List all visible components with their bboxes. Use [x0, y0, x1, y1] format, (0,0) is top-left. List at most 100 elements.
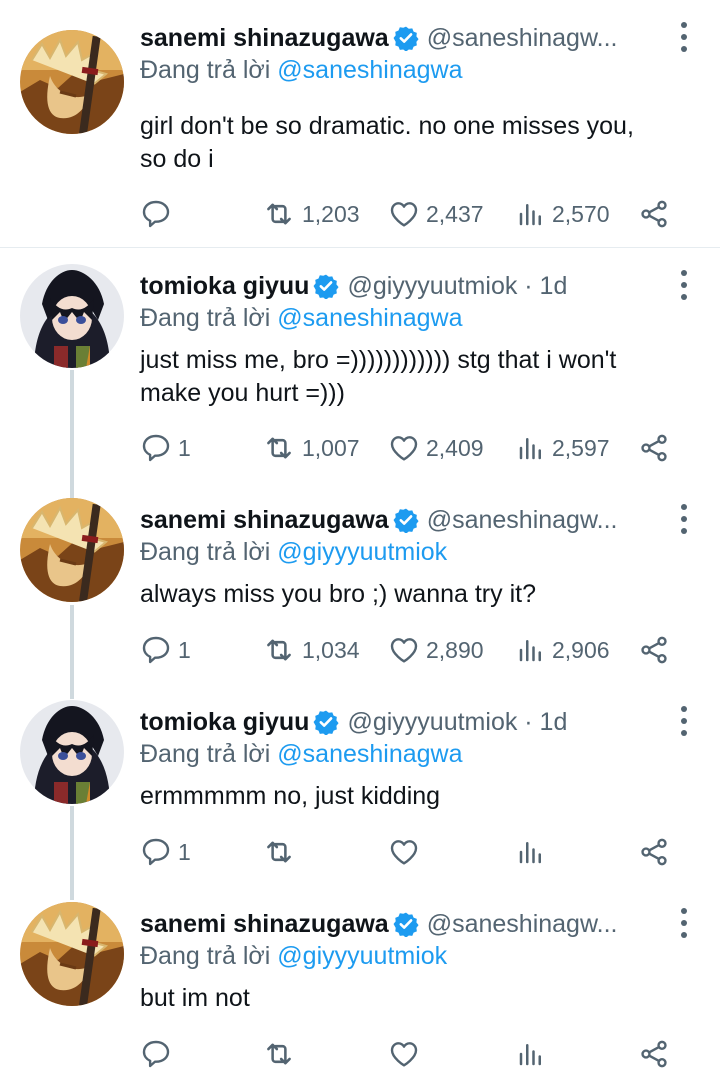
avatar[interactable]: [20, 498, 124, 602]
tweet-header: sanemi shinazugawa @saneshinagw...: [140, 500, 664, 540]
retweet-button[interactable]: 1,034: [262, 632, 360, 668]
heart-icon: [388, 836, 420, 868]
reply-button[interactable]: 1: [140, 834, 191, 870]
tweet-text-line: always miss you bro ;) wanna try it?: [140, 580, 536, 608]
views-button[interactable]: 2,597: [516, 430, 610, 466]
share-button[interactable]: [638, 196, 670, 232]
heart-icon: [388, 432, 420, 464]
display-name[interactable]: sanemi shinazugawa: [140, 506, 389, 535]
replying-to: Đang trả lời @saneshinagwa: [140, 304, 463, 333]
views-button[interactable]: 2,570: [516, 196, 610, 232]
tweet-header: tomioka giyuu @giyyyuutmiok · 1d: [140, 266, 664, 306]
retweet-count: 1,034: [302, 636, 360, 663]
like-button[interactable]: 2,890: [388, 632, 484, 668]
more-icon[interactable]: [678, 20, 690, 54]
verified-badge-icon: [393, 507, 419, 533]
views-button[interactable]: 2,906: [516, 632, 610, 668]
display-name[interactable]: tomioka giyuu: [140, 708, 309, 737]
reply-count: 1: [178, 838, 191, 865]
heart-icon: [388, 1038, 420, 1070]
display-name[interactable]: sanemi shinazugawa: [140, 910, 389, 939]
retweet-button[interactable]: [262, 834, 302, 870]
like-count: 2,437: [426, 200, 484, 227]
mention-link[interactable]: @giyyyuutmiok: [277, 942, 447, 970]
handle[interactable]: @giyyyuutmiok · 1d: [347, 708, 567, 737]
views-button[interactable]: [516, 834, 552, 870]
like-button[interactable]: [388, 1036, 426, 1072]
avatar[interactable]: [20, 30, 124, 134]
action-bar: 1: [140, 834, 685, 870]
reply-prefix: Đang trả lời: [140, 56, 271, 84]
retweet-icon: [262, 1037, 296, 1071]
more-icon[interactable]: [678, 502, 690, 536]
more-icon[interactable]: [678, 704, 690, 738]
mention-link[interactable]: @saneshinagwa: [277, 304, 462, 332]
share-icon: [638, 198, 670, 230]
handle[interactable]: @saneshinagw...: [427, 24, 618, 53]
avatar[interactable]: [20, 902, 124, 1006]
reply-prefix: Đang trả lời: [140, 304, 271, 332]
more-icon[interactable]: [678, 906, 690, 940]
views-icon: [516, 433, 546, 463]
share-icon: [638, 432, 670, 464]
verified-badge-icon: [313, 709, 339, 735]
reply-button[interactable]: 1: [140, 632, 191, 668]
share-button[interactable]: [638, 430, 670, 466]
more-icon[interactable]: [678, 268, 690, 302]
tweet-header: tomioka giyuu @giyyyuutmiok · 1d: [140, 702, 664, 742]
heart-icon: [388, 198, 420, 230]
verified-badge-icon: [393, 911, 419, 937]
tweet[interactable]: tomioka giyuu @giyyyuutmiok · 1d Đang tr…: [0, 248, 720, 480]
views-button[interactable]: [516, 1036, 552, 1072]
tweet-text-line: girl don't be so dramatic. no one misses…: [140, 112, 634, 140]
reply-prefix: Đang trả lời: [140, 942, 271, 970]
handle[interactable]: @saneshinagw...: [427, 910, 618, 939]
reply-button[interactable]: [140, 1036, 178, 1072]
mention-link[interactable]: @saneshinagwa: [277, 740, 462, 768]
share-button[interactable]: [638, 1036, 670, 1072]
like-button[interactable]: [388, 834, 426, 870]
views-icon: [516, 199, 546, 229]
action-bar: 1 1,007 2,409 2,597: [140, 430, 685, 466]
retweet-count: 1,007: [302, 434, 360, 461]
tweet[interactable]: sanemi shinazugawa @saneshinagw... Đang …: [0, 0, 720, 247]
tweet-header: sanemi shinazugawa @saneshinagw...: [140, 904, 664, 944]
views-count: 2,597: [552, 434, 610, 461]
display-name[interactable]: sanemi shinazugawa: [140, 24, 389, 53]
share-button[interactable]: [638, 834, 670, 870]
verified-badge-icon: [393, 25, 419, 51]
tweet-text: but im not: [140, 982, 700, 1015]
tweet[interactable]: sanemi shinazugawa @saneshinagw... Đang …: [0, 482, 720, 682]
reply-button[interactable]: [140, 196, 178, 232]
views-icon: [516, 837, 546, 867]
retweet-button[interactable]: 1,203: [262, 196, 360, 232]
replying-to: Đang trả lời @giyyyuutmiok: [140, 538, 447, 567]
retweet-count: 1,203: [302, 200, 360, 227]
reply-button[interactable]: 1: [140, 430, 191, 466]
reply-icon: [140, 198, 172, 230]
avatar[interactable]: [20, 264, 124, 368]
tweet-text-line: but im not: [140, 984, 250, 1012]
heart-icon: [388, 634, 420, 666]
views-count: 2,906: [552, 636, 610, 663]
like-button[interactable]: 2,409: [388, 430, 484, 466]
views-icon: [516, 1039, 546, 1069]
avatar[interactable]: [20, 700, 124, 804]
reply-prefix: Đang trả lời: [140, 538, 271, 566]
retweet-icon: [262, 835, 296, 869]
retweet-button[interactable]: 1,007: [262, 430, 360, 466]
handle[interactable]: @saneshinagw...: [427, 506, 618, 535]
reply-prefix: Đang trả lời: [140, 740, 271, 768]
views-count: 2,570: [552, 200, 610, 227]
tweet[interactable]: tomioka giyuu @giyyyuutmiok · 1d Đang tr…: [0, 684, 720, 884]
share-button[interactable]: [638, 632, 670, 668]
display-name[interactable]: tomioka giyuu: [140, 272, 309, 301]
mention-link[interactable]: @saneshinagwa: [277, 56, 462, 84]
reply-count: 1: [178, 636, 191, 663]
retweet-button[interactable]: [262, 1036, 302, 1072]
handle[interactable]: @giyyyuutmiok · 1d: [347, 272, 567, 301]
like-button[interactable]: 2,437: [388, 196, 484, 232]
action-bar: 1 1,034 2,890 2,906: [140, 632, 685, 668]
mention-link[interactable]: @giyyyuutmiok: [277, 538, 447, 566]
tweet[interactable]: sanemi shinazugawa @saneshinagw... Đang …: [0, 886, 720, 1084]
